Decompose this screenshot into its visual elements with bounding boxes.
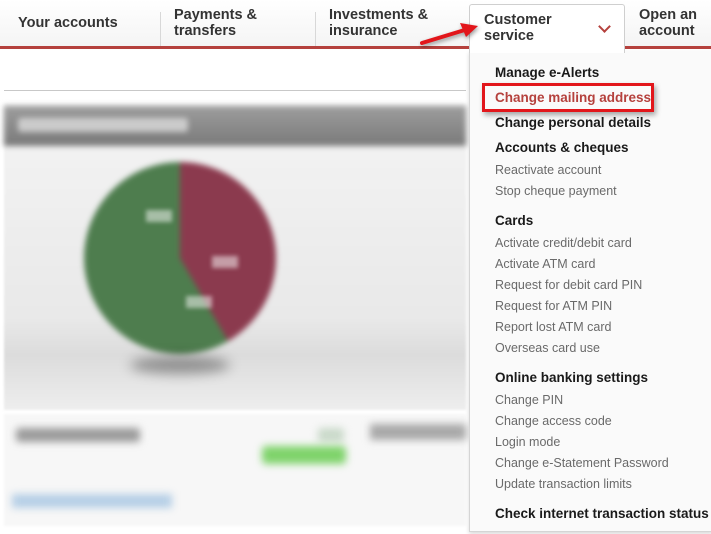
menu-heading-accounts-cheques: Accounts & cheques xyxy=(495,140,629,155)
menu-item-overseas-card-use[interactable]: Overseas card use xyxy=(495,341,600,355)
blurred-panel-title xyxy=(18,118,188,132)
nav-item-your-accounts[interactable]: Your accounts xyxy=(18,0,118,46)
blurred-text xyxy=(16,428,140,442)
menu-item-request-atm-pin[interactable]: Request for ATM PIN xyxy=(495,299,612,313)
menu-item-manage-e-alerts[interactable]: Manage e-Alerts xyxy=(495,65,599,80)
nav-label-line1: Payments & xyxy=(174,7,258,23)
nav-label: Your accounts xyxy=(18,15,118,31)
blurred-link[interactable] xyxy=(12,494,172,508)
menu-item-update-transaction-limits[interactable]: Update transaction limits xyxy=(495,477,632,491)
nav-label-line2: transfers xyxy=(174,23,237,39)
menu-item-change-pin[interactable]: Change PIN xyxy=(495,393,563,407)
blurred-text xyxy=(370,424,466,440)
menu-item-change-access-code[interactable]: Change access code xyxy=(495,414,612,428)
menu-item-report-lost-atm-card[interactable]: Report lost ATM card xyxy=(495,320,611,334)
menu-item-activate-credit-debit-card[interactable]: Activate credit/debit card xyxy=(495,236,632,250)
customer-service-dropdown: Manage e-Alerts Change mailing address C… xyxy=(469,51,711,532)
nav-item-customer-service[interactable]: Customer service xyxy=(469,4,625,53)
nav-divider xyxy=(160,12,161,46)
menu-item-login-mode[interactable]: Login mode xyxy=(495,435,560,449)
nav-label-line2: account xyxy=(639,23,695,39)
menu-item-check-internet-transaction-status[interactable]: Check internet transaction status xyxy=(495,506,709,521)
nav-label-line1: Open an xyxy=(639,7,698,23)
menu-item-reactivate-account[interactable]: Reactivate account xyxy=(495,163,601,177)
highlight-box-annotation xyxy=(482,83,654,112)
blurred-pie-chart xyxy=(84,162,276,354)
menu-item-stop-cheque-payment[interactable]: Stop cheque payment xyxy=(495,184,617,198)
red-arrow-annotation xyxy=(420,23,478,45)
nav-item-open-account[interactable]: Open an account xyxy=(639,0,697,46)
nav-label-line2: service xyxy=(484,28,534,44)
nav-label-line2: insurance xyxy=(329,23,398,39)
nav-label-line1: Investments & xyxy=(329,7,429,23)
nav-divider xyxy=(315,12,316,46)
pie-shadow xyxy=(130,356,230,374)
blurred-text xyxy=(318,428,344,442)
menu-item-change-e-statement-password[interactable]: Change e-Statement Password xyxy=(495,456,669,470)
nav-label-line1: Customer xyxy=(484,12,552,28)
menu-heading-cards: Cards xyxy=(495,213,534,228)
content-divider xyxy=(4,90,466,91)
menu-item-activate-atm-card[interactable]: Activate ATM card xyxy=(495,257,596,271)
blurred-pie-label xyxy=(186,296,212,308)
blurred-balance-badge xyxy=(262,446,346,464)
nav-item-payments-transfers[interactable]: Payments & transfers xyxy=(174,0,257,46)
menu-heading-online-banking-settings: Online banking settings xyxy=(495,370,649,385)
chevron-down-icon[interactable] xyxy=(598,20,611,33)
nav-item-investments-insurance[interactable]: Investments & insurance xyxy=(329,0,428,46)
menu-item-change-personal-details[interactable]: Change personal details xyxy=(495,115,651,130)
menu-item-request-debit-card-pin[interactable]: Request for debit card PIN xyxy=(495,278,642,292)
blurred-pie-label xyxy=(212,256,238,268)
blurred-pie-label xyxy=(146,210,172,222)
arrow-shaft xyxy=(420,27,470,45)
